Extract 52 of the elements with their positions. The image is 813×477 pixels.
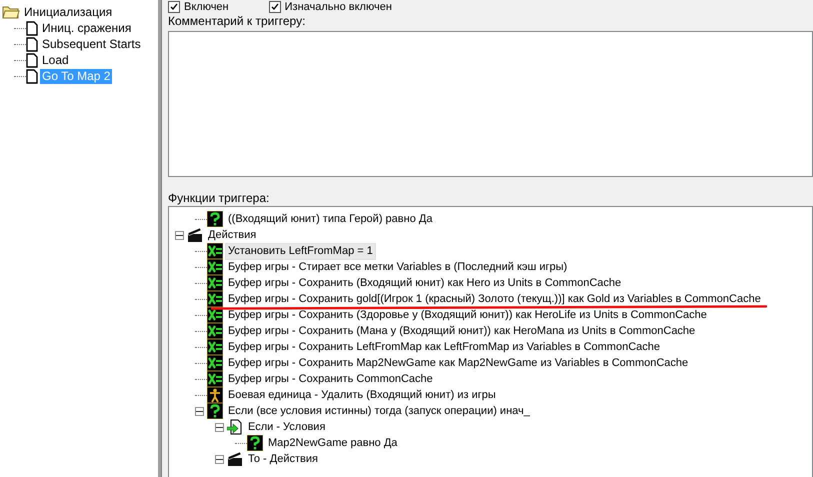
checkbox-label: Изначально включен (284, 0, 392, 12)
tree-item[interactable]: Действия (205, 226, 260, 244)
collapse-toggle[interactable] (215, 422, 224, 432)
tree-item[interactable]: ((Входящий юнит) типа Герой) равно Да (225, 210, 436, 228)
tree-item[interactable]: Боевая единица - Удалить (Входящий юнит) из игры (225, 386, 499, 404)
document-icon (26, 52, 38, 68)
action-icon (207, 243, 223, 259)
tree-item[interactable]: То - Действия (245, 450, 321, 468)
trigger-item[interactable]: Subsequent Starts (40, 36, 143, 52)
document-icon (26, 36, 38, 52)
checkbox-label: Включен (184, 0, 229, 12)
tree-item[interactable]: Буфер игры - Сохранить Map2NewGame как Map2NewGame из Variables в CommonCache (225, 354, 692, 372)
trigger-item[interactable]: Иниц. сражения (40, 20, 134, 36)
tree-item[interactable]: Буфер игры - Сохранить (Здоровье у (Входящий юнит)) как HeroLife из Units в CommonCache (225, 306, 710, 324)
tree-item[interactable]: Map2NewGame равно Да (265, 434, 400, 452)
tree-item[interactable]: Установить LeftFromMap = 1 (225, 242, 376, 260)
action-icon (207, 323, 223, 339)
trigger-item[interactable]: Load (40, 52, 71, 68)
functions-label: Функции триггера: (168, 191, 270, 205)
tree-item[interactable]: Если (все условия истинны) тогда (запуск операции) инач_ (225, 402, 533, 420)
checkbox[interactable] (268, 0, 281, 12)
comment-field[interactable] (168, 31, 813, 177)
folder-icon (2, 5, 20, 19)
collapse-toggle[interactable] (195, 406, 204, 416)
action-icon (207, 307, 223, 323)
question-icon (207, 211, 223, 227)
person-icon (207, 387, 223, 403)
document-icon (26, 20, 38, 36)
clapperboard-icon (227, 451, 243, 467)
action-icon (207, 259, 223, 275)
tree-item[interactable]: Буфер игры - Сохранить gold[(Игрок 1 (красный) Золото (текущ.))] как Gold из Variables в CommonCache (225, 290, 764, 308)
collapse-toggle[interactable] (215, 454, 224, 464)
question-icon (207, 403, 223, 419)
action-icon (207, 275, 223, 291)
tree-item[interactable]: Буфер игры - Сохранить (Мана у (Входящий юнит)) как HeroMana из Units в CommonCache (225, 322, 698, 340)
action-icon (207, 355, 223, 371)
clapperboard-icon (187, 227, 203, 243)
question-icon (247, 435, 263, 451)
document-icon (26, 68, 38, 84)
tree-item[interactable]: Буфер игры - Сохранить (Входящий юнит) как Hero из Units в CommonCache (225, 274, 624, 292)
document-arrow-icon (227, 419, 243, 435)
tree-item[interactable]: Буфер игры - Стирает все метки Variables в (Последний кэш игры) (225, 258, 570, 276)
action-icon (207, 291, 223, 307)
tree-item[interactable]: Если - Условия (245, 418, 328, 436)
comment-label: Комментарий к триггеру: (168, 13, 306, 29)
tree-item[interactable]: Буфер игры - Сохранить LeftFromMap как LeftFromMap из Variables в CommonCache (225, 338, 664, 356)
action-icon (207, 339, 223, 355)
tree-item[interactable]: Буфер игры - Сохранить CommonCache (225, 370, 436, 388)
action-icon (207, 371, 223, 387)
collapse-toggle[interactable] (175, 230, 184, 240)
checkbox[interactable] (168, 0, 180, 12)
folder-label[interactable]: Инициализация (22, 4, 114, 20)
